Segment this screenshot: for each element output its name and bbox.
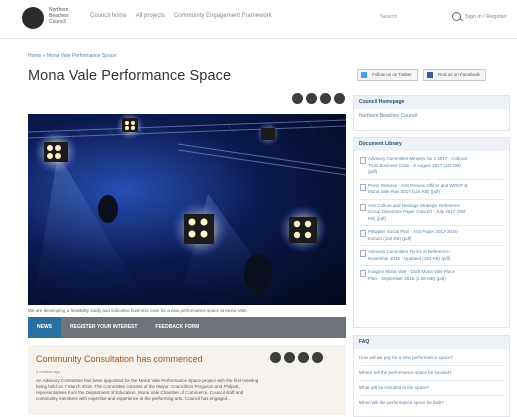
divider — [359, 225, 504, 226]
divider — [359, 380, 504, 381]
document-icon — [360, 157, 366, 164]
article-date: 2 months ago — [36, 369, 61, 374]
divider — [359, 365, 504, 366]
document-link[interactable]: Imagine Mona Vale - Draft Mona Vale Plac… — [354, 269, 509, 282]
hero-caption: We are developing a feasibility study an… — [28, 308, 248, 313]
tab-register-interest[interactable]: REGISTER YOUR INTEREST — [61, 317, 146, 338]
document-link-text: Mona Vale Plan 2017 (116 KB) (pdf) — [368, 189, 440, 194]
search-input[interactable]: Search — [380, 14, 397, 20]
divider — [359, 245, 504, 246]
divider — [359, 198, 504, 200]
logo-text: Northern Beaches Council — [49, 7, 69, 25]
divider — [359, 265, 504, 266]
document-list: Advisory Committee Minutes No 1 2017 - C… — [354, 151, 509, 282]
document-library: Document Library Advisory Committee Minu… — [353, 137, 510, 328]
email-share-icon[interactable] — [312, 352, 323, 363]
nav-council-home[interactable]: Council home — [90, 13, 127, 19]
find-facebook-button[interactable]: Find us on Facebook — [422, 69, 486, 81]
main-nav: Council home All projects Community Enga… — [90, 13, 272, 19]
article-share-icons — [270, 352, 323, 363]
document-icon — [360, 183, 366, 191]
breadcrumb[interactable]: Home » Mona Vale Performance Space — [28, 53, 116, 59]
twitter-icon — [361, 72, 367, 78]
page-title: Mona Vale Performance Space — [28, 68, 232, 84]
site-header: Northern Beaches Council Council home Al… — [0, 0, 517, 39]
document-link[interactable]: Pittwater Social Plan - Arts Paper 2012-… — [354, 229, 509, 242]
document-link-text: Extract (182 KB) (pdf) — [368, 235, 412, 241]
document-link-text: KB) (pdf) — [368, 215, 387, 221]
linkedin-share-icon[interactable] — [320, 93, 331, 104]
document-link[interactable]: Advisory Committee Minutes No 1 2017 - C… — [354, 156, 509, 176]
faq-list: How will we pay for a new performance sp… — [354, 349, 509, 406]
council-homepage-panel: Council Homepage Northern Beaches Counci… — [353, 95, 510, 131]
document-link[interactable]: Advisory Committee Terms of Reference -N… — [354, 249, 509, 262]
hero-image — [28, 114, 346, 305]
document-link[interactable]: Arts Culture and Heritage Strategic Refe… — [354, 203, 509, 223]
document-icon — [360, 230, 366, 237]
article-line: community members with expertise and exp… — [36, 396, 231, 401]
document-link-text: Plan - September 2015 (2.58 MB) (pdf) — [368, 275, 446, 281]
tab-news[interactable]: NEWS — [28, 317, 61, 338]
article-title[interactable]: Community Consultation has commenced — [36, 354, 203, 364]
facebook-icon — [426, 72, 433, 78]
nav-engagement-framework[interactable]: Community Engagement Framework — [174, 13, 272, 19]
social-buttons: Follow us on Twitter Find us on Facebook — [357, 69, 486, 81]
document-link[interactable]: Press Release - Arts Review Officer and … — [354, 183, 509, 196]
document-link-text: November 2015 - Updated (194 KB) (pdf) — [368, 255, 451, 261]
twitter-share-icon[interactable] — [306, 93, 317, 104]
button-label: Follow us on Twitter — [372, 72, 412, 77]
divider — [359, 178, 504, 180]
linkedin-share-icon[interactable] — [298, 352, 309, 363]
council-homepage-link[interactable]: Northern Beaches Council — [354, 109, 509, 123]
twitter-share-icon[interactable] — [284, 352, 295, 363]
document-icon — [360, 250, 366, 257]
facebook-share-icon[interactable] — [270, 352, 281, 363]
divider — [359, 395, 504, 396]
panel-heading: Document Library — [354, 138, 509, 151]
faq-question[interactable]: How will we pay for a new performance sp… — [354, 355, 509, 361]
article-body: An Advisory Committee has been appointed… — [36, 378, 336, 402]
search-icon[interactable] — [452, 12, 461, 21]
news-article: Community Consultation has commenced 2 m… — [28, 345, 346, 415]
tab-bar: NEWS REGISTER YOUR INTEREST FEEDBACK FOR… — [28, 317, 346, 338]
council-logo[interactable] — [22, 7, 44, 29]
nav-all-projects[interactable]: All projects — [136, 13, 165, 19]
document-icon — [360, 270, 366, 277]
share-icons — [292, 93, 345, 104]
document-link-text: (pdf) — [368, 169, 378, 174]
faq-question[interactable]: What will be included in the space? — [354, 385, 509, 391]
panel-heading: Council Homepage — [354, 96, 509, 109]
panel-heading: FAQ — [354, 336, 509, 349]
sign-in-link[interactable]: Sign in / Register — [465, 14, 507, 20]
tab-feedback-form[interactable]: FEEDBACK FORM — [146, 317, 208, 338]
facebook-share-icon[interactable] — [292, 93, 303, 104]
email-share-icon[interactable] — [334, 93, 345, 104]
faq-question[interactable]: When will the performance space be built… — [354, 400, 509, 406]
follow-twitter-button[interactable]: Follow us on Twitter — [357, 69, 418, 81]
faq-question[interactable]: Where will the performance space be loca… — [354, 370, 509, 376]
document-icon — [360, 203, 366, 211]
button-label: Find us on Facebook — [437, 72, 480, 77]
faq-panel: FAQ How will we pay for a new performanc… — [353, 335, 510, 417]
